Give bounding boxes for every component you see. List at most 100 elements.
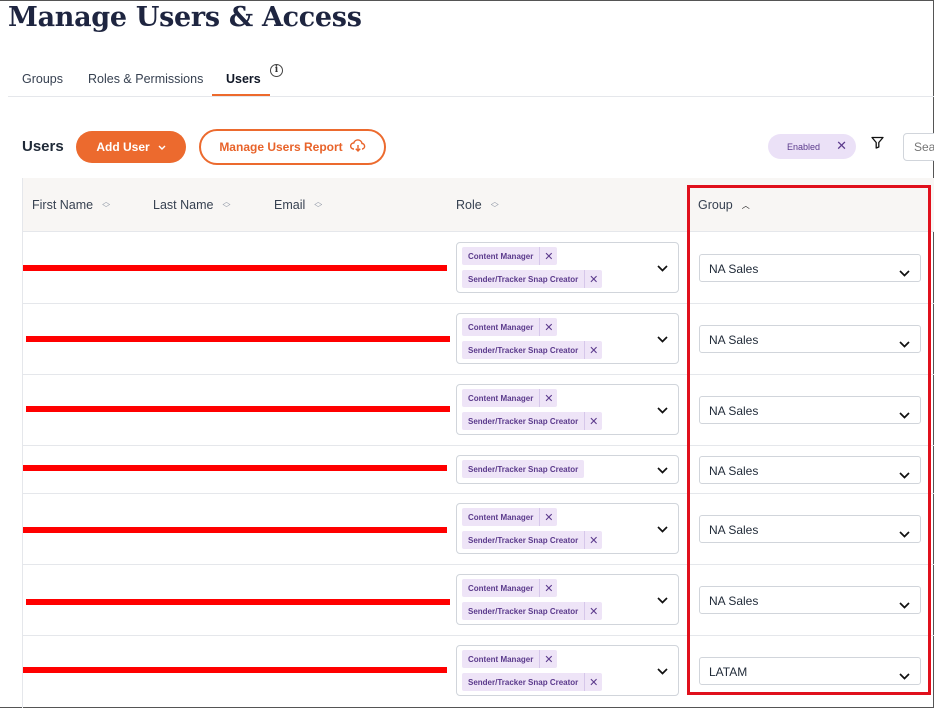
filter-chip-label: Enabled: [787, 141, 821, 152]
close-icon[interactable]: ✕: [539, 318, 557, 336]
tab-users[interactable]: Users: [226, 72, 261, 86]
role-select[interactable]: Sender/Tracker Snap Creator: [456, 455, 679, 484]
chevron-down-icon: [657, 591, 668, 609]
role-tag-label: Sender/Tracker Snap Creator: [468, 606, 579, 616]
group-select[interactable]: NA Sales: [699, 325, 921, 353]
table-row: Content Manager ✕ Sender/Tracker Snap Cre…: [23, 565, 934, 636]
group-value: LATAM: [709, 665, 748, 679]
role-tag: Sender/Tracker Snap Creator ✕: [462, 412, 603, 430]
close-icon[interactable]: ✕: [539, 247, 557, 265]
close-icon[interactable]: ✕: [539, 389, 557, 407]
sort-icon: ︿: [741, 200, 750, 210]
sort-icon: ︿ ﹀: [102, 197, 111, 213]
chevron-down-icon: [657, 520, 668, 538]
chevron-down-icon: [899, 596, 910, 614]
report-label: Manage Users Report: [219, 140, 343, 154]
sort-icon: ︿ ﹀: [222, 197, 231, 213]
role-select[interactable]: Content Manager ✕ Sender/Tracker Snap Cre…: [456, 242, 679, 293]
redaction-bar: [23, 667, 447, 673]
table-row: Content Manager ✕ Sender/Tracker Snap Cre…: [23, 233, 934, 304]
section-title: Users: [22, 138, 64, 155]
column-header-group[interactable]: Group ︿: [698, 198, 750, 212]
enabled-filter-chip: Enabled ✕: [768, 134, 856, 159]
chevron-down-icon: [657, 662, 668, 680]
role-tag: Content Manager ✕: [462, 247, 558, 265]
chevron-down-icon: [899, 335, 910, 353]
role-tag-label: Sender/Tracker Snap Creator: [468, 535, 579, 545]
redaction-bar: [26, 599, 450, 605]
close-icon[interactable]: ✕: [584, 270, 602, 288]
tab-bar: Groups Roles & Permissions Users i: [8, 60, 934, 97]
add-user-label: Add User: [96, 140, 150, 154]
role-tag-label: Content Manager: [468, 654, 534, 664]
role-tag: Sender/Tracker Snap Creator ✕: [462, 673, 603, 691]
role-tag: Sender/Tracker Snap Creator ✕: [462, 270, 603, 288]
role-tag: Sender/Tracker Snap Creator ✕: [462, 602, 603, 620]
close-icon[interactable]: ✕: [539, 650, 557, 668]
group-select[interactable]: NA Sales: [699, 586, 921, 614]
redaction-bar: [23, 465, 447, 471]
table-row: Content Manager ✕ Sender/Tracker Snap Cre…: [23, 375, 934, 446]
active-tab-indicator: [212, 94, 270, 96]
filter-icon[interactable]: [871, 136, 884, 154]
chevron-down-icon: [657, 401, 668, 419]
chevron-down-icon: [899, 667, 910, 685]
close-icon[interactable]: ✕: [584, 412, 602, 430]
role-select[interactable]: Content Manager ✕ Sender/Tracker Snap Cre…: [456, 574, 679, 625]
table-header: First Name ︿ ﹀ Last Name ︿ ﹀ Email ︿ ﹀ Role ︿ ﹀ …: [23, 178, 934, 232]
add-user-button[interactable]: Add User: [76, 131, 186, 163]
group-select[interactable]: NA Sales: [699, 254, 921, 282]
close-icon[interactable]: ✕: [584, 673, 602, 691]
redaction-bar: [23, 265, 447, 271]
cloud-download-icon: [349, 139, 366, 155]
close-icon[interactable]: ✕: [539, 579, 557, 597]
close-icon[interactable]: ✕: [584, 341, 602, 359]
table-row: Content Manager ✕ Sender/Tracker Snap Cre…: [23, 636, 934, 708]
role-tag-label: Sender/Tracker Snap Creator: [468, 464, 579, 474]
role-select[interactable]: Content Manager ✕ Sender/Tracker Snap Cre…: [456, 313, 679, 364]
redaction-bar: [26, 336, 450, 342]
chevron-down-icon: [899, 525, 910, 543]
role-tag: Sender/Tracker Snap Creator ✕: [462, 531, 603, 549]
close-icon[interactable]: ✕: [584, 602, 602, 620]
table-row: Sender/Tracker Snap Creator NA Sales: [23, 446, 934, 494]
column-header-email[interactable]: Email ︿ ﹀: [274, 197, 323, 213]
column-header-last-name[interactable]: Last Name ︿ ﹀: [153, 197, 231, 213]
group-select[interactable]: NA Sales: [699, 515, 921, 543]
group-select[interactable]: NA Sales: [699, 456, 921, 484]
close-icon[interactable]: ✕: [584, 531, 602, 549]
group-select[interactable]: NA Sales: [699, 396, 921, 424]
role-tag: Content Manager ✕: [462, 650, 558, 668]
close-icon[interactable]: ✕: [836, 139, 847, 153]
sort-icon: ︿ ﹀: [490, 197, 499, 213]
close-icon[interactable]: ✕: [539, 508, 557, 526]
role-tag: Sender/Tracker Snap Creator: [462, 460, 585, 478]
group-value: NA Sales: [709, 262, 759, 276]
column-header-first-name[interactable]: First Name ︿ ﹀: [32, 197, 111, 213]
manage-users-report-button[interactable]: Manage Users Report: [199, 129, 386, 165]
role-tag-label: Content Manager: [468, 251, 534, 261]
role-tag: Content Manager ✕: [462, 508, 558, 526]
table-row: Content Manager ✕ Sender/Tracker Snap Cre…: [23, 304, 934, 375]
chevron-down-icon: [899, 406, 910, 424]
page-title: Manage Users & Access: [8, 2, 362, 33]
column-label: Group: [698, 198, 733, 212]
column-header-role[interactable]: Role ︿ ﹀: [456, 197, 499, 213]
role-select[interactable]: Content Manager ✕ Sender/Tracker Snap Cre…: [456, 503, 679, 554]
tab-roles-permissions[interactable]: Roles & Permissions: [88, 72, 203, 86]
tab-groups[interactable]: Groups: [22, 72, 63, 86]
role-tag-label: Content Manager: [468, 512, 534, 522]
info-icon[interactable]: i: [270, 64, 283, 77]
column-label: Email: [274, 198, 306, 212]
chevron-down-icon: [158, 143, 166, 152]
table-row: Content Manager ✕ Sender/Tracker Snap Cre…: [23, 494, 934, 565]
role-select[interactable]: Content Manager ✕ Sender/Tracker Snap Cre…: [456, 645, 679, 696]
search-input[interactable]: [903, 133, 934, 161]
role-select[interactable]: Content Manager ✕ Sender/Tracker Snap Cre…: [456, 384, 679, 435]
group-select[interactable]: LATAM: [699, 657, 921, 685]
frame-border-top: [0, 0, 934, 1]
column-label: Last Name: [153, 198, 214, 212]
column-label: Role: [456, 198, 482, 212]
role-tag-label: Sender/Tracker Snap Creator: [468, 677, 579, 687]
sort-icon: ︿ ﹀: [314, 197, 323, 213]
